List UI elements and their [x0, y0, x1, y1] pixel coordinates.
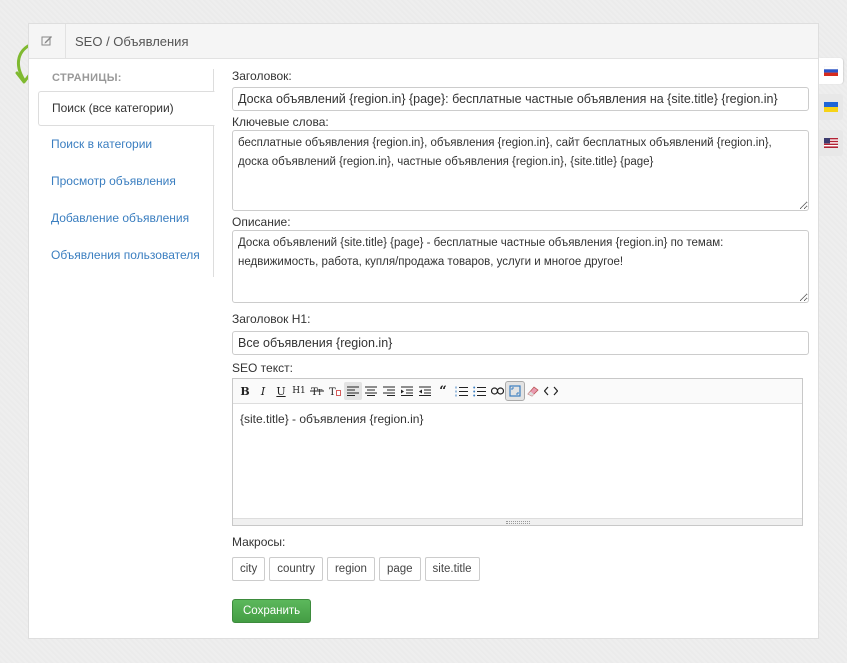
- usa-flag-icon: [824, 138, 838, 148]
- ukraine-flag-icon: [824, 102, 838, 112]
- page-title: SEO / Объявления: [75, 33, 189, 49]
- lang-en[interactable]: [819, 130, 843, 156]
- sidebar-item-view-ad[interactable]: Просмотр объявления: [38, 163, 214, 200]
- ordered-list-button[interactable]: [452, 382, 470, 400]
- indent-button[interactable]: [398, 382, 416, 400]
- editor-toolbar: B I U H1 TT T “: [233, 379, 802, 404]
- description-label: Описание:: [232, 215, 291, 229]
- resize-grip[interactable]: [233, 518, 802, 525]
- h1-input[interactable]: [232, 331, 809, 355]
- svg-text:T: T: [317, 388, 323, 397]
- sidebar-item-user-ads[interactable]: Объявления пользователя: [38, 237, 214, 277]
- svg-text:T: T: [329, 387, 336, 397]
- keywords-label: Ключевые слова:: [232, 115, 329, 129]
- title-label: Заголовок:: [232, 69, 292, 83]
- seo-text-editor: B I U H1 TT T “ {site.title} - объявлени…: [232, 378, 803, 526]
- eraser-button[interactable]: [524, 382, 542, 400]
- description-textarea[interactable]: Доска объявлений {site.title} {page} - б…: [232, 230, 809, 303]
- italic-button[interactable]: I: [254, 382, 272, 400]
- macros-list: city country region page site.title: [232, 557, 809, 581]
- outdent-button[interactable]: [416, 382, 434, 400]
- text-color-button[interactable]: T: [326, 382, 344, 400]
- bold-button[interactable]: B: [236, 382, 254, 400]
- pages-sidebar: СТРАНИЦЫ: Поиск (все категории) Поиск в …: [38, 69, 215, 277]
- align-left-button[interactable]: [344, 382, 362, 400]
- strikethrough-button[interactable]: TT: [308, 382, 326, 400]
- sidebar-title: СТРАНИЦЫ:: [38, 69, 214, 91]
- sidebar-item-search-category[interactable]: Поиск в категории: [38, 126, 214, 163]
- align-center-button[interactable]: [362, 382, 380, 400]
- lang-uk[interactable]: [819, 94, 843, 120]
- macro-page[interactable]: page: [378, 557, 421, 581]
- underline-button[interactable]: U: [272, 382, 290, 400]
- language-switcher: [819, 58, 843, 166]
- link-button[interactable]: [488, 382, 506, 400]
- lang-ru[interactable]: [819, 58, 843, 84]
- seo-form: Заголовок: Ключевые слова: бесплатные об…: [232, 69, 809, 623]
- sidebar-item-add-ad[interactable]: Добавление объявления: [38, 200, 214, 237]
- seo-panel: SEO / Объявления СТРАНИЦЫ: Поиск (все ка…: [28, 23, 819, 639]
- edit-icon[interactable]: [29, 23, 66, 59]
- panel-header: SEO / Объявления: [29, 23, 818, 59]
- macro-city[interactable]: city: [232, 557, 266, 581]
- source-code-button[interactable]: [542, 382, 560, 400]
- h1-label: Заголовок H1:: [232, 312, 311, 326]
- keywords-textarea[interactable]: бесплатные объявления {region.in}, объяв…: [232, 130, 809, 211]
- macro-region[interactable]: region: [326, 557, 375, 581]
- editor-content[interactable]: {site.title} - объявления {region.in}: [233, 404, 802, 434]
- blockquote-button[interactable]: “: [434, 382, 452, 400]
- save-button[interactable]: Сохранить: [232, 599, 312, 623]
- seo-text-label: SEO текст:: [232, 361, 293, 375]
- macro-site-title[interactable]: site.title: [424, 557, 480, 581]
- title-input[interactable]: [232, 87, 809, 111]
- sidebar-item-search-all[interactable]: Поиск (все категории): [38, 91, 215, 126]
- macro-country[interactable]: country: [269, 557, 323, 581]
- russia-flag-icon: [824, 66, 838, 76]
- macros-label: Макросы:: [232, 535, 286, 549]
- unordered-list-button[interactable]: [470, 382, 488, 400]
- align-right-button[interactable]: [380, 382, 398, 400]
- fullscreen-button[interactable]: [505, 381, 525, 401]
- heading-button[interactable]: H1: [290, 382, 308, 400]
